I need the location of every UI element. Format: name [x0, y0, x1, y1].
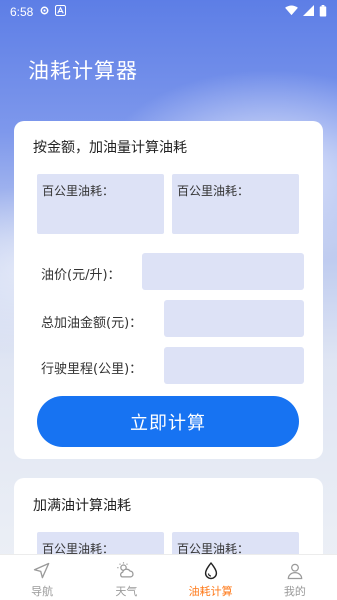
nav-label: 油耗计算 [188, 585, 233, 598]
card-title: 加满油计算油耗 [33, 498, 131, 514]
wifi-icon [285, 5, 298, 19]
nav-label: 导航 [31, 585, 54, 598]
nav-item-fuel-calc[interactable]: 油耗计算 [169, 555, 253, 600]
nav-item-profile[interactable]: 我的 [253, 555, 337, 600]
total-amount-label: 总加油金额(元)： [41, 316, 143, 331]
nav-label: 天气 [115, 585, 138, 598]
fuel-price-input[interactable] [142, 253, 304, 290]
result-box-left: 百公里油耗： [37, 174, 164, 234]
result-box-right: 百公里油耗： [172, 174, 299, 234]
total-amount-input[interactable] [164, 300, 304, 337]
card-title: 按金额，加油量计算油耗 [33, 140, 187, 156]
navigation-icon [33, 562, 50, 579]
battery-icon [319, 4, 327, 20]
nav-label: 我的 [283, 585, 306, 598]
settings-icon [39, 5, 50, 19]
nav-item-weather[interactable]: 天气 [84, 555, 168, 600]
profile-icon [287, 563, 303, 580]
fuel-drop-icon [204, 562, 217, 580]
page-title: 油耗计算器 [28, 59, 138, 83]
notification-a-icon [55, 4, 67, 19]
mileage-label: 行驶里程(公里)： [41, 362, 143, 377]
signal-icon [303, 5, 314, 19]
status-time: 6:58 [10, 5, 34, 19]
mileage-input[interactable] [164, 347, 304, 384]
result-label: 百公里油耗： [42, 184, 115, 198]
status-bar: 6:58 [0, 0, 337, 24]
nav-item-navigation[interactable]: 导航 [0, 555, 84, 600]
fuel-price-label: 油价(元/升)： [41, 268, 121, 283]
bottom-nav: 导航 天气 油耗计算 我的 [0, 554, 337, 600]
result-label: 百公里油耗： [177, 184, 250, 198]
weather-icon [117, 562, 134, 578]
amount-calc-card: 按金额，加油量计算油耗 百公里油耗： 百公里油耗： 油价(元/升)： 总加油金额… [14, 121, 323, 459]
calculate-button[interactable]: 立即计算 [37, 396, 299, 447]
